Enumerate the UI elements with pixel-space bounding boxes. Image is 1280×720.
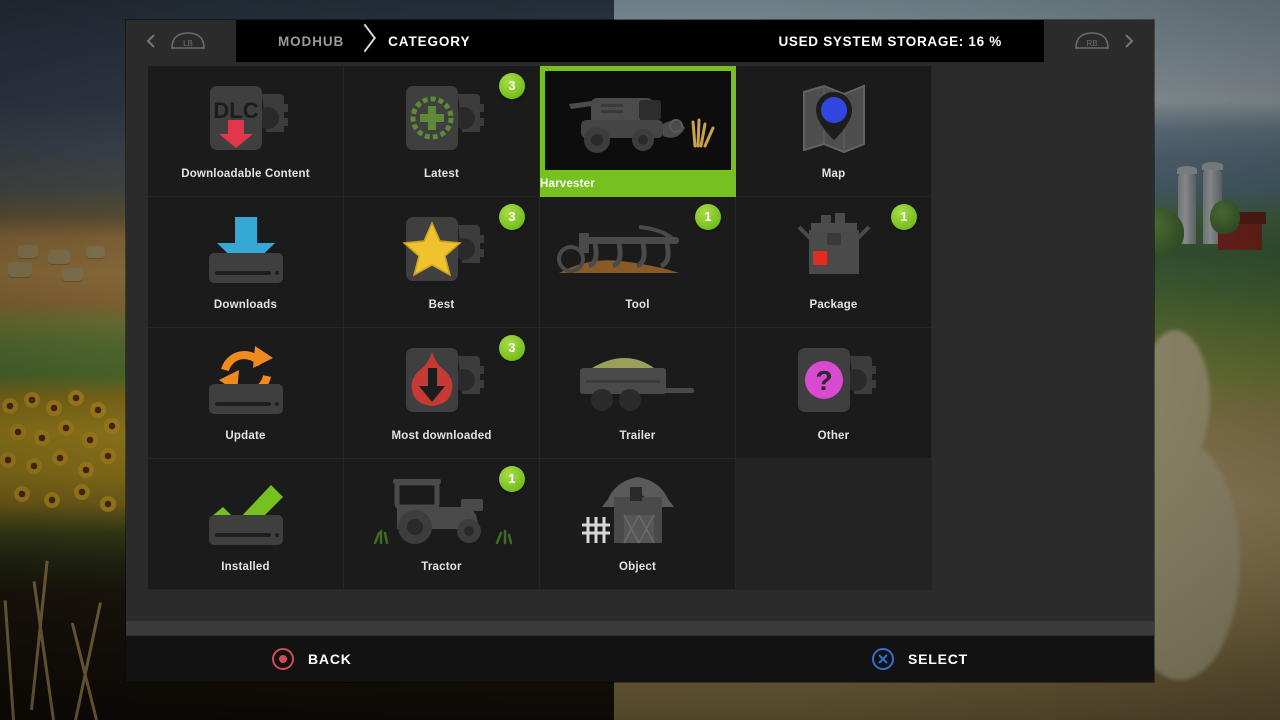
gamepad-cross-button-icon [871,648,894,670]
question-mark-icon: ? [739,338,929,424]
category-grid-wrap: DLC Downloadable Content Latest 3 Harvest… [126,62,1154,590]
new-count-badge: 3 [499,73,525,99]
category-tile-other[interactable]: ? Other [736,328,932,459]
header-nav-right[interactable]: RB [1044,20,1154,62]
harvester-icon [543,78,733,164]
category-tile-label: Update [225,430,266,442]
download-arrow-icon [151,207,341,293]
dialog-footer: BACK SELECT [126,635,1154,682]
svg-text:LB: LB [183,39,193,48]
new-count-badge: 3 [499,335,525,361]
category-tile-most-downloaded[interactable]: Most downloaded 3 [344,328,540,459]
category-tile-update[interactable]: Update [148,328,344,459]
map-pin-icon [739,76,929,162]
category-tile-label: Package [809,299,858,311]
category-tile-downloadable-content[interactable]: DLC Downloadable Content [148,66,344,197]
category-grid: DLC Downloadable Content Latest 3 Harvest… [148,66,932,590]
select-button[interactable]: SELECT [871,648,968,670]
gamepad-right-bumper-icon[interactable]: RB [1074,30,1110,52]
trailer-icon [543,338,733,424]
chevron-left-icon[interactable] [144,33,160,49]
category-tile-label: Harvester [540,171,736,197]
svg-text:DLC: DLC [213,98,258,123]
new-count-badge: 3 [499,204,525,230]
category-tile-package[interactable]: Package 1 [736,197,932,328]
barn-object-icon [543,469,733,555]
category-tile-label: Downloadable Content [181,168,310,180]
category-tile-map[interactable]: Map [736,66,932,197]
chevron-right-icon[interactable] [1120,33,1136,49]
breadcrumb-modhub[interactable]: MODHUB [278,34,344,49]
category-tile-object[interactable]: Object [540,459,736,590]
footer-divider [126,621,1154,635]
category-tile-tool[interactable]: Tool 1 [540,197,736,328]
new-count-badge: 1 [891,204,917,230]
new-count-badge: 1 [695,204,721,230]
back-button[interactable]: BACK [272,648,352,670]
category-tile-label: Object [619,561,656,573]
category-tile-label: Best [428,299,455,311]
category-tile-label: Other [817,430,850,442]
dialog-header: LB MODHUB CATEGORY USED SYSTEM STORAGE: … [126,20,1154,62]
new-count-badge: 1 [499,466,525,492]
select-button-label: SELECT [907,651,968,667]
breadcrumb-separator-icon [348,20,382,62]
category-tile-label: Trailer [619,430,656,442]
svg-text:?: ? [815,365,832,396]
gamepad-left-bumper-icon[interactable]: LB [170,30,206,52]
used-system-storage-label: USED SYSTEM STORAGE: 16 % [778,33,1002,49]
category-tile-tractor[interactable]: Tractor 1 [344,459,540,590]
update-refresh-icon [151,338,341,424]
category-tile-latest[interactable]: Latest 3 [344,66,540,197]
category-tile-label: Map [821,168,846,180]
category-tile-trailer[interactable]: Trailer [540,328,736,459]
category-tile-label: Most downloaded [391,430,492,442]
category-tile-label: Latest [423,168,460,180]
category-tile-best[interactable]: Best 3 [344,197,540,328]
category-tile-label: Tractor [421,561,462,573]
dlc-download-icon: DLC [151,76,341,162]
breadcrumb-category: CATEGORY [388,33,471,49]
gamepad-circle-button-icon [272,648,294,670]
category-tile-label: Downloads [213,299,278,311]
svg-text:RB: RB [1086,39,1097,48]
category-tile-downloads[interactable]: Downloads [148,197,344,328]
breadcrumb: MODHUB CATEGORY USED SYSTEM STORAGE: 16 … [236,20,1044,62]
category-tile-label: Installed [221,561,270,573]
grid-cell-empty [736,459,932,590]
category-tile-installed[interactable]: Installed [148,459,344,590]
header-nav-left[interactable]: LB [126,20,236,62]
category-tile-harvester[interactable]: Harvester [540,66,736,197]
category-tile-label: Tool [625,299,650,311]
check-installed-icon [151,469,341,555]
back-button-label: BACK [308,651,352,667]
modhub-dialog: LB MODHUB CATEGORY USED SYSTEM STORAGE: … [126,20,1154,682]
